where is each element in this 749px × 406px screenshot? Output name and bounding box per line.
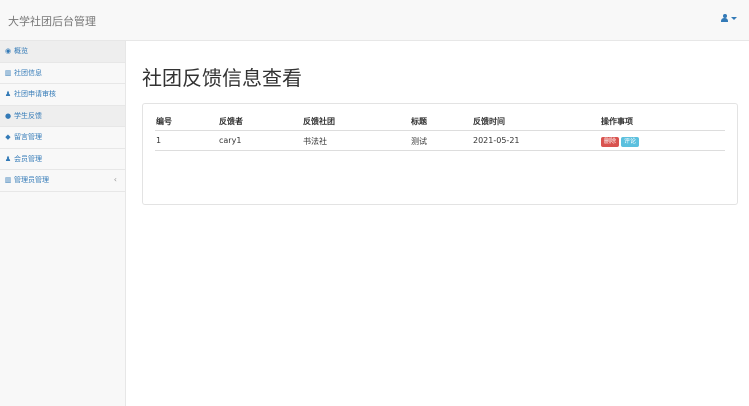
sidebar-item-members[interactable]: ♟ 会员管理 xyxy=(0,149,125,170)
sidebar-item-label: 会员管理 xyxy=(14,154,42,163)
cell-club: 书法社 xyxy=(303,137,327,146)
sidebar-item-messages[interactable]: ◆ 留言管理 xyxy=(0,127,125,149)
page-title: 社团反馈信息查看 xyxy=(142,66,302,90)
app-title[interactable]: 大学社团后台管理 xyxy=(8,13,96,29)
sidebar-item-student-feedback[interactable]: ● 学生反馈 xyxy=(0,105,125,127)
sidebar-item-club-info[interactable]: ▥ 社团信息 xyxy=(0,63,125,84)
header-id: 编号 xyxy=(156,117,172,126)
sidebar-item-club-applications[interactable]: ♟ 社团申请审核 xyxy=(0,84,125,106)
cell-id: 1 xyxy=(156,136,162,145)
user-icon: ♟ xyxy=(4,90,12,99)
delete-button[interactable]: 删除 xyxy=(601,137,620,147)
dashboard-icon: ◉ xyxy=(4,47,12,56)
bar-chart-icon: ▥ xyxy=(4,68,12,77)
sidebar-item-overview[interactable]: ◉ 概览 xyxy=(0,41,125,63)
info-icon: ● xyxy=(4,111,12,120)
table-row: 1 cary1 书法社 测试 2021-05-21 删除 评论 xyxy=(155,131,725,151)
user-menu[interactable] xyxy=(721,14,737,22)
cell-actions: 删除 评论 xyxy=(601,136,641,147)
user-icon: ♟ xyxy=(4,154,12,163)
review-button[interactable]: 评论 xyxy=(621,137,640,147)
sidebar: ◉ 概览 ▥ 社团信息 ♟ 社团申请审核 ● 学生反馈 ◆ 留言管理 ♟ 会员管… xyxy=(0,41,126,406)
table-header-row: 编号 反馈者 反馈社团 标题 反馈时间 操作事项 xyxy=(155,111,725,131)
sidebar-item-label: 学生反馈 xyxy=(14,111,42,120)
sidebar-item-label: 概览 xyxy=(14,47,28,56)
feedback-panel: 编号 反馈者 反馈社团 标题 反馈时间 操作事项 1 cary1 书法社 测试 … xyxy=(142,103,738,205)
cell-subject: 测试 xyxy=(411,137,427,146)
top-navbar: 大学社团后台管理 xyxy=(0,0,749,41)
bar-chart-icon: ▥ xyxy=(4,176,12,185)
user-icon xyxy=(721,14,728,22)
sidebar-item-admins[interactable]: ▥ 管理员管理 ‹ xyxy=(0,170,125,192)
feedback-table: 编号 反馈者 反馈社团 标题 反馈时间 操作事项 1 cary1 书法社 测试 … xyxy=(155,111,725,151)
header-user: 反馈者 xyxy=(219,117,243,126)
sidebar-item-label: 管理员管理 xyxy=(14,176,49,185)
header-time: 反馈时间 xyxy=(473,117,505,126)
caret-down-icon xyxy=(731,16,737,20)
chevron-left-icon: ‹ xyxy=(113,175,117,184)
sidebar-item-label: 社团申请审核 xyxy=(14,90,56,99)
comment-icon: ◆ xyxy=(5,133,11,142)
sidebar-item-label: 社团信息 xyxy=(14,68,42,77)
cell-user: cary1 xyxy=(219,136,242,145)
header-subject: 标题 xyxy=(411,117,427,126)
header-club: 反馈社团 xyxy=(303,117,335,126)
sidebar-item-label: 留言管理 xyxy=(14,133,42,142)
header-actions: 操作事项 xyxy=(601,117,633,126)
cell-time: 2021-05-21 xyxy=(473,136,520,145)
